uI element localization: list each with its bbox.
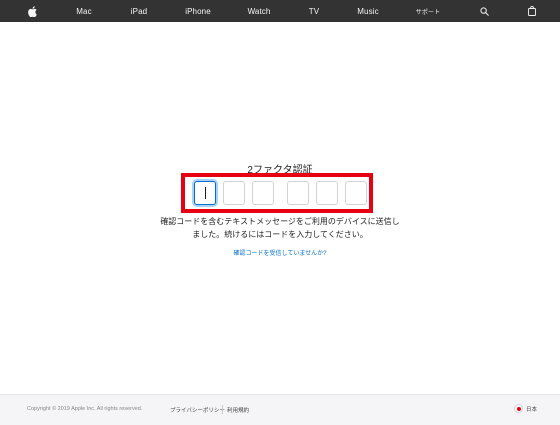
code-digit-4-input[interactable] xyxy=(287,181,309,205)
code-digit-3-input[interactable] xyxy=(252,181,274,205)
nav-item-iphone[interactable]: iPhone xyxy=(182,0,214,22)
privacy-policy-link[interactable]: プライバシーポリシー xyxy=(170,406,225,414)
footer: Copyright © 2019 Apple Inc. All rights r… xyxy=(0,394,560,425)
search-icon[interactable] xyxy=(477,0,491,22)
resend-code-link[interactable]: 確認コードを受信していませんか? xyxy=(0,248,560,257)
code-digit-6-input[interactable] xyxy=(345,181,367,205)
code-digit-1-input[interactable] xyxy=(194,181,216,205)
code-digit-2-input[interactable] xyxy=(223,181,245,205)
terms-link[interactable]: 利用規約 xyxy=(227,406,249,414)
page: Mac iPad iPhone Watch TV Music サポート 2ファク… xyxy=(0,0,560,425)
language-selector[interactable]: 日本 xyxy=(514,404,537,413)
copyright-text: Copyright © 2019 Apple Inc. All rights r… xyxy=(27,406,143,412)
language-label: 日本 xyxy=(526,406,538,413)
nav-item-music[interactable]: Music xyxy=(354,0,382,22)
japan-flag-icon xyxy=(514,404,523,413)
nav-item-ipad[interactable]: iPad xyxy=(125,0,153,22)
instructions-text: 確認コードを含むテキストメッセージをご利用のデバイスに送信しました。続けるにはコ… xyxy=(160,217,400,239)
nav-item-mac[interactable]: Mac xyxy=(72,0,96,22)
bag-icon[interactable] xyxy=(525,0,539,22)
nav-item-watch[interactable]: Watch xyxy=(244,0,274,22)
global-nav: Mac iPad iPhone Watch TV Music サポート xyxy=(0,0,560,22)
code-digit-5-input[interactable] xyxy=(316,181,338,205)
nav-item-support[interactable]: サポート xyxy=(412,0,444,22)
footer-divider xyxy=(222,405,223,414)
apple-logo-icon[interactable] xyxy=(24,0,40,22)
text-cursor xyxy=(205,187,206,199)
nav-item-tv[interactable]: TV xyxy=(305,0,323,22)
